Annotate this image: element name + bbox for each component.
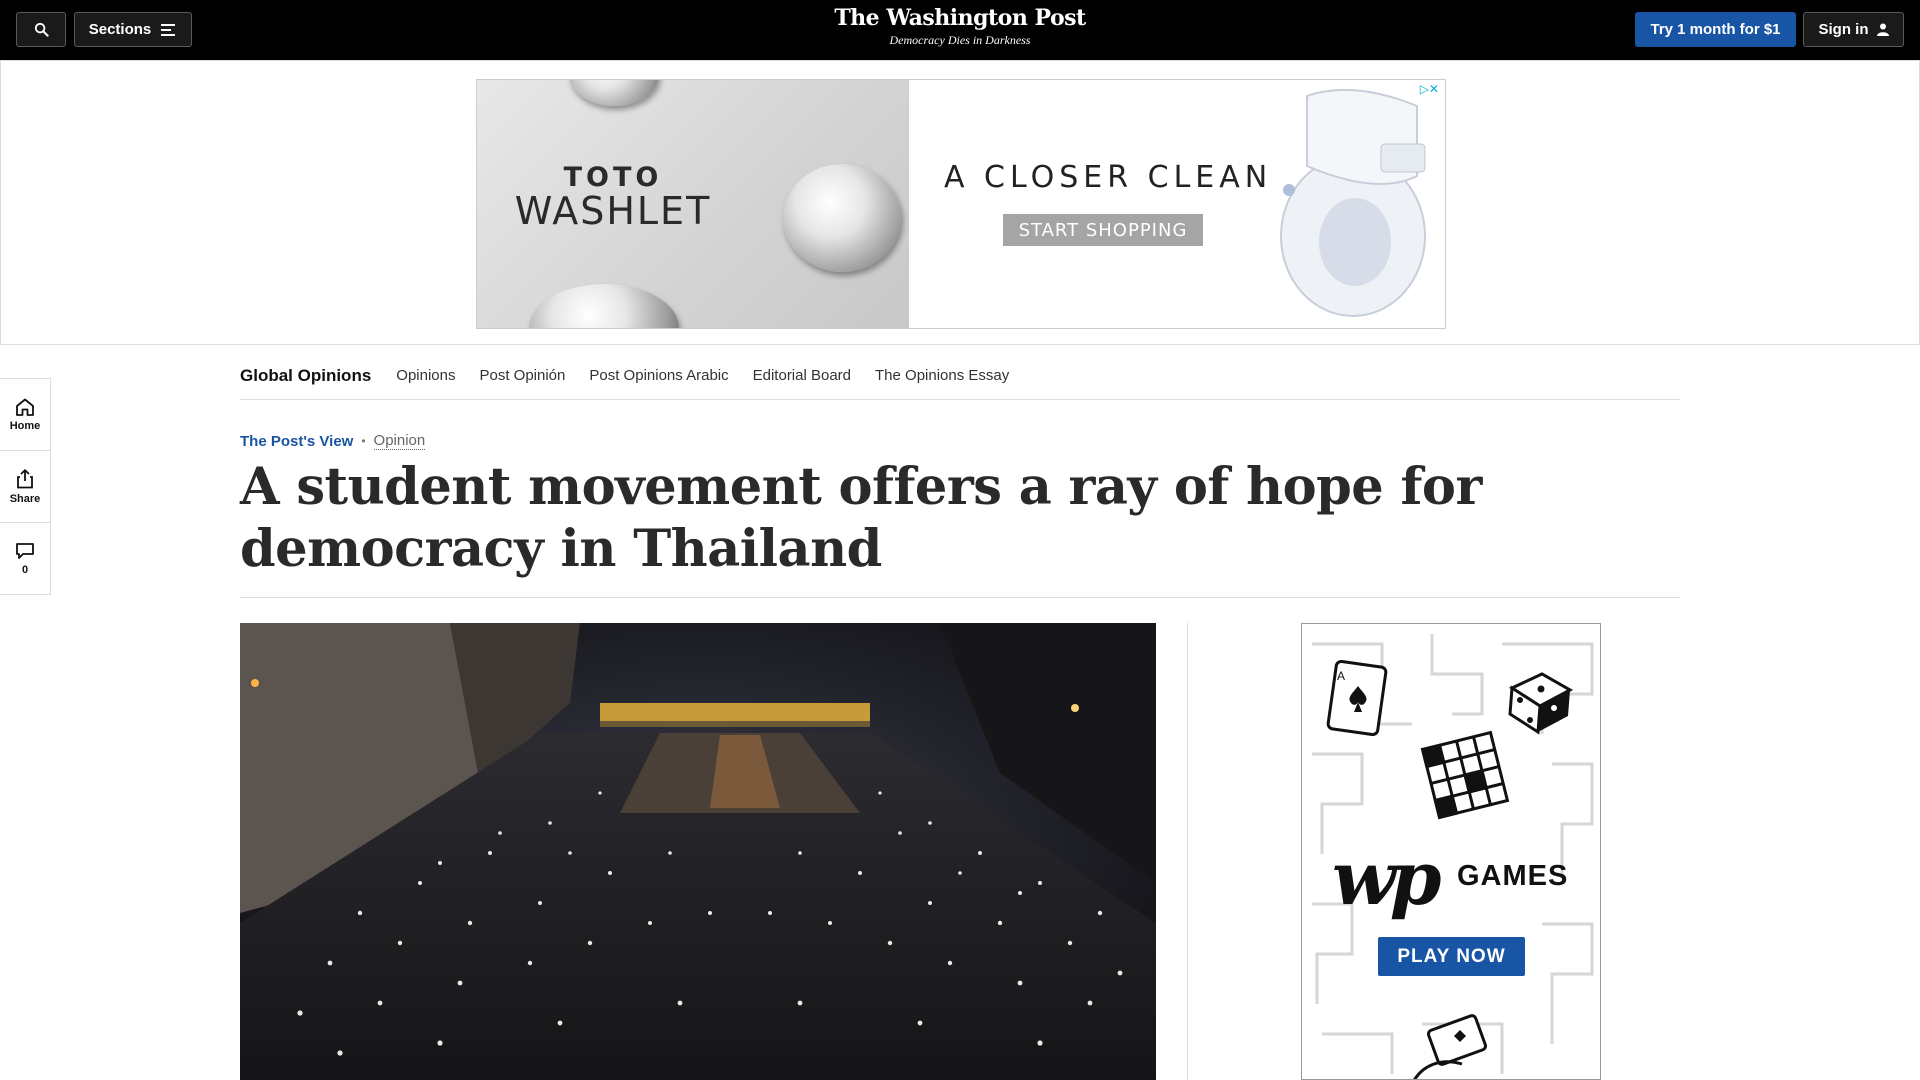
cards-hand-icon: [1413, 1014, 1488, 1079]
masthead[interactable]: The Washington Post Democracy Dies in Da…: [0, 5, 1920, 48]
kicker-posts-view-link[interactable]: The Post's View: [240, 433, 353, 450]
article-kicker: The Post's View • Opinion: [240, 432, 426, 450]
ad-shop-button[interactable]: START SHOPPING: [1003, 214, 1203, 246]
kicker-separator: •: [361, 434, 366, 448]
sign-in-button[interactable]: Sign in: [1803, 12, 1904, 47]
water-drop: [529, 284, 679, 328]
kicker-opinion-label[interactable]: Opinion: [373, 432, 426, 450]
ad-container: TOTO WASHLET A CLOSER CLEAN START SHOPPI…: [0, 60, 1920, 345]
playing-card-icon: A: [1326, 660, 1388, 737]
toto-ad-banner[interactable]: TOTO WASHLET A CLOSER CLEAN START SHOPPI…: [476, 79, 1446, 329]
water-drop: [783, 164, 901, 272]
rail-share-button[interactable]: Share: [0, 451, 50, 523]
water-drop: [569, 80, 659, 106]
toilet-seat-image: [1280, 88, 1426, 317]
subnav-item-post-opinion[interactable]: Post Opinión: [479, 367, 565, 384]
rail-home-label: Home: [9, 419, 41, 432]
subnav-item-opinions-essay[interactable]: The Opinions Essay: [875, 367, 1009, 384]
rail-share-label: Share: [9, 492, 41, 505]
article-headline: A student movement offers a ray of hope …: [240, 457, 1482, 579]
left-rail: Home Share 0: [0, 378, 51, 595]
wp-games-logo: wp: [1332, 836, 1441, 922]
wp-games-ad[interactable]: A wp GAMES PLAY NOW: [1301, 623, 1601, 1080]
subscribe-button[interactable]: Try 1 month for $1: [1635, 12, 1796, 47]
games-wordmark: GAMES: [1457, 860, 1569, 892]
top-bar: Sections The Washington Post Democracy D…: [0, 0, 1920, 60]
section-subnav: Global Opinions Opinions Post Opinión Po…: [240, 352, 1680, 400]
home-icon: [16, 398, 34, 416]
ad-close-icon[interactable]: ▷✕: [1417, 82, 1441, 96]
dice-icon: [1508, 672, 1574, 735]
ad-brand: TOTO WASHLET: [513, 162, 713, 233]
rail-home-button[interactable]: Home: [0, 379, 50, 451]
play-now-button[interactable]: PLAY NOW: [1378, 937, 1525, 976]
subnav-item-opinions[interactable]: Opinions: [396, 367, 455, 384]
subnav-title-global-opinions[interactable]: Global Opinions: [240, 366, 371, 386]
svg-text:A: A: [1337, 669, 1345, 683]
site-tagline: Democracy Dies in Darkness: [889, 33, 1031, 47]
column-divider: [1187, 623, 1188, 1080]
rail-comments-count: 0: [21, 564, 29, 576]
site-logo[interactable]: The Washington Post: [0, 5, 1920, 31]
comment-icon: [16, 543, 34, 559]
headline-divider: [240, 597, 1680, 598]
rail-comments-button[interactable]: 0: [0, 523, 50, 595]
user-icon: [1876, 23, 1889, 36]
subnav-item-editorial-board[interactable]: Editorial Board: [753, 367, 851, 384]
protest-crowd-image: [240, 623, 1156, 1080]
sign-in-label: Sign in: [1818, 21, 1869, 38]
subnav-item-post-opinions-arabic[interactable]: Post Opinions Arabic: [589, 367, 728, 384]
article-lead-photo[interactable]: [240, 623, 1156, 1080]
share-icon: [17, 468, 33, 488]
ad-headline: A CLOSER CLEAN: [944, 160, 1273, 195]
crossword-icon: [1420, 730, 1510, 820]
ad-brand-bottom: WASHLET: [514, 189, 712, 233]
